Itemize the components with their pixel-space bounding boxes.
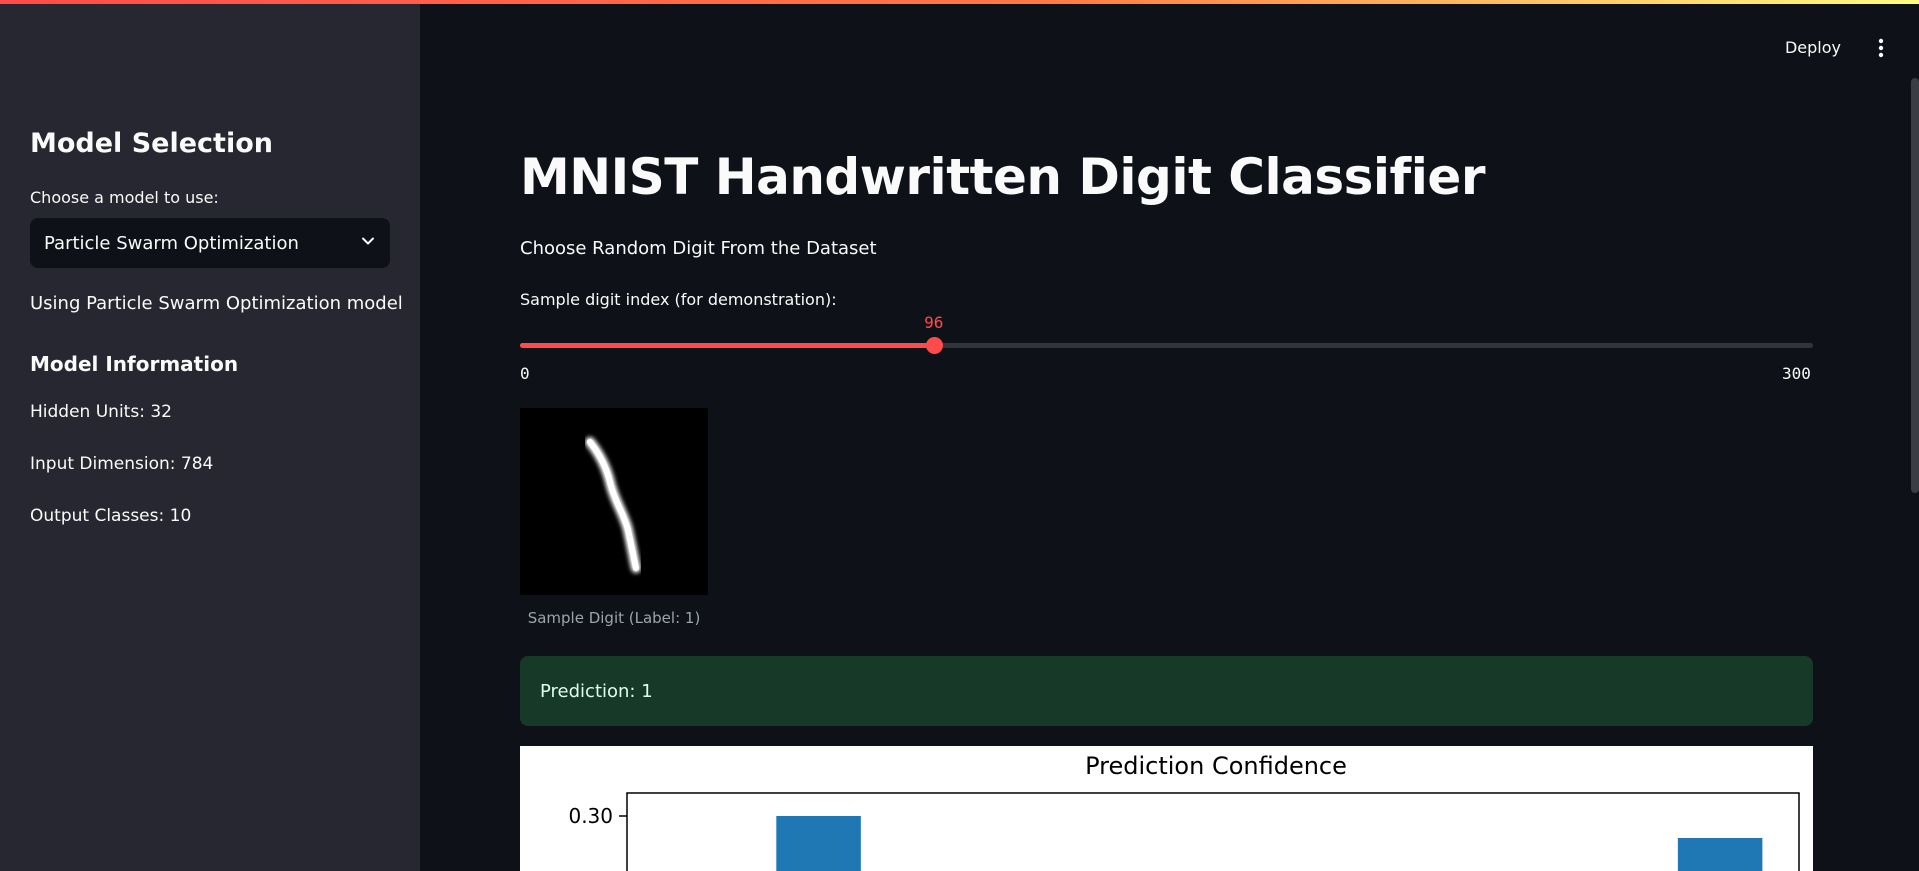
sample-digit-image — [520, 408, 708, 595]
header-actions: Deploy — [1785, 34, 1889, 61]
prediction-text: Prediction: 1 — [540, 680, 653, 702]
model-info-title: Model Information — [30, 352, 239, 376]
model-select[interactable]: Particle Swarm Optimization — [30, 218, 390, 268]
digit-index-slider[interactable]: 96 — [520, 313, 1813, 354]
sidebar: Model Selection Choose a model to use: P… — [0, 0, 420, 871]
top-decoration-bar — [0, 0, 1919, 4]
chart-title: Prediction Confidence — [1085, 752, 1347, 780]
chevron-down-icon — [360, 233, 376, 253]
slider-max-label: 300 — [1782, 364, 1811, 383]
bar-digit-1 — [776, 816, 861, 871]
deploy-button[interactable]: Deploy — [1785, 34, 1841, 61]
subheader: Choose Random Digit From the Dataset — [520, 238, 877, 259]
scrollbar[interactable] — [1911, 78, 1919, 493]
slider-thumb[interactable] — [925, 337, 943, 354]
prediction-alert: Prediction: 1 — [520, 656, 1813, 726]
vertical-dots-icon[interactable] — [1873, 36, 1889, 60]
info-hidden-units: Hidden Units: 32 — [30, 402, 172, 422]
slider-label: Sample digit index (for demonstration): — [520, 290, 837, 309]
model-select-value: Particle Swarm Optimization — [44, 232, 299, 254]
y-tick-label: 0.30 — [568, 804, 613, 828]
info-output-classes: Output Classes: 10 — [30, 506, 192, 526]
slider-min-label: 0 — [520, 364, 530, 383]
digit-caption: Sample Digit (Label: 1) — [527, 609, 701, 627]
sidebar-title: Model Selection — [30, 128, 273, 159]
confidence-chart-svg: Prediction Confidence 0.30 — [568, 752, 1800, 871]
slider-value: 96 — [924, 313, 944, 332]
slider-fill — [520, 343, 934, 348]
using-model-text: Using Particle Swarm Optimization model — [30, 293, 403, 314]
info-input-dimension: Input Dimension: 784 — [30, 454, 214, 474]
model-select-label: Choose a model to use: — [30, 188, 219, 207]
confidence-chart: Prediction Confidence 0.30 — [520, 746, 1813, 871]
page-title: MNIST Handwritten Digit Classifier — [520, 148, 1485, 206]
bar-digit-9 — [1677, 838, 1763, 871]
